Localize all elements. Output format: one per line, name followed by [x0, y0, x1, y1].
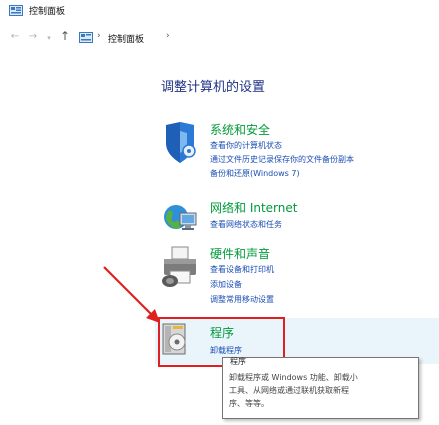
category-network-internet: 网络和 Internet 查看网络状态和任务	[160, 199, 439, 239]
forward-arrow-icon[interactable]: →	[27, 30, 39, 44]
tooltip-line: 工具、从网络或通过联机获取新程	[229, 386, 349, 395]
category-hardware-sound: 硬件和声音 查看设备和打印机 添加设备 调整常用移动设置	[160, 245, 439, 315]
up-arrow-icon[interactable]: ↑	[59, 29, 71, 43]
category-title[interactable]: 网络和 Internet	[210, 199, 297, 216]
page-heading: 调整计算机的设置	[161, 80, 266, 95]
address-control-panel-icon	[79, 32, 93, 43]
control-panel-window: 控制面板 ← → ▾ ↑ › 控制面板 › 调整计算机的设置 系统和安全 查看你…	[0, 0, 439, 425]
breadcrumb-control-panel[interactable]: 控制面板	[108, 32, 144, 45]
title-bar: 控制面板	[0, 0, 439, 20]
link-network-status[interactable]: 查看网络状态和任务	[210, 219, 282, 230]
shield-icon[interactable]	[160, 121, 200, 165]
link-uninstall-program[interactable]: 卸载程序	[210, 345, 242, 356]
network-globe-icon[interactable]	[160, 199, 200, 243]
navigation-bar: ← → ▾ ↑ › 控制面板 ›	[0, 27, 439, 49]
category-title[interactable]: 程序	[210, 324, 234, 341]
breadcrumb-separator[interactable]: ›	[166, 31, 170, 41]
link-backup-restore[interactable]: 备份和还原(Windows 7)	[210, 168, 300, 179]
category-system-security: 系统和安全 查看你的计算机状态 通过文件历史记录保存你的文件备份副本 备份和还原…	[160, 121, 439, 191]
recent-locations-chevron-icon[interactable]: ▾	[43, 31, 55, 45]
control-panel-icon	[9, 5, 23, 16]
link-view-computer-status[interactable]: 查看你的计算机状态	[210, 140, 282, 151]
link-file-history-backup[interactable]: 通过文件历史记录保存你的文件备份副本	[210, 154, 354, 165]
window-title: 控制面板	[29, 7, 66, 17]
tooltip-line: 序、等等。	[229, 399, 269, 408]
breadcrumb-separator[interactable]: ›	[97, 31, 101, 41]
link-mobility-settings[interactable]: 调整常用移动设置	[210, 294, 274, 305]
back-arrow-icon[interactable]: ←	[9, 30, 21, 44]
link-devices-printers[interactable]: 查看设备和打印机	[210, 264, 274, 275]
programs-disc-icon[interactable]	[161, 322, 189, 356]
tooltip-header: 程序	[230, 357, 246, 366]
tooltip-line: 卸载程序或 Windows 功能、卸载小	[229, 373, 358, 382]
printer-icon[interactable]	[160, 245, 200, 289]
link-add-device[interactable]: 添加设备	[210, 279, 242, 290]
category-title[interactable]: 硬件和声音	[210, 245, 270, 262]
category-title[interactable]: 系统和安全	[210, 121, 270, 138]
programs-tooltip: 卸载程序或 Windows 功能、卸载小 工具、从网络或通过联机获取新程 序、等…	[222, 357, 419, 419]
